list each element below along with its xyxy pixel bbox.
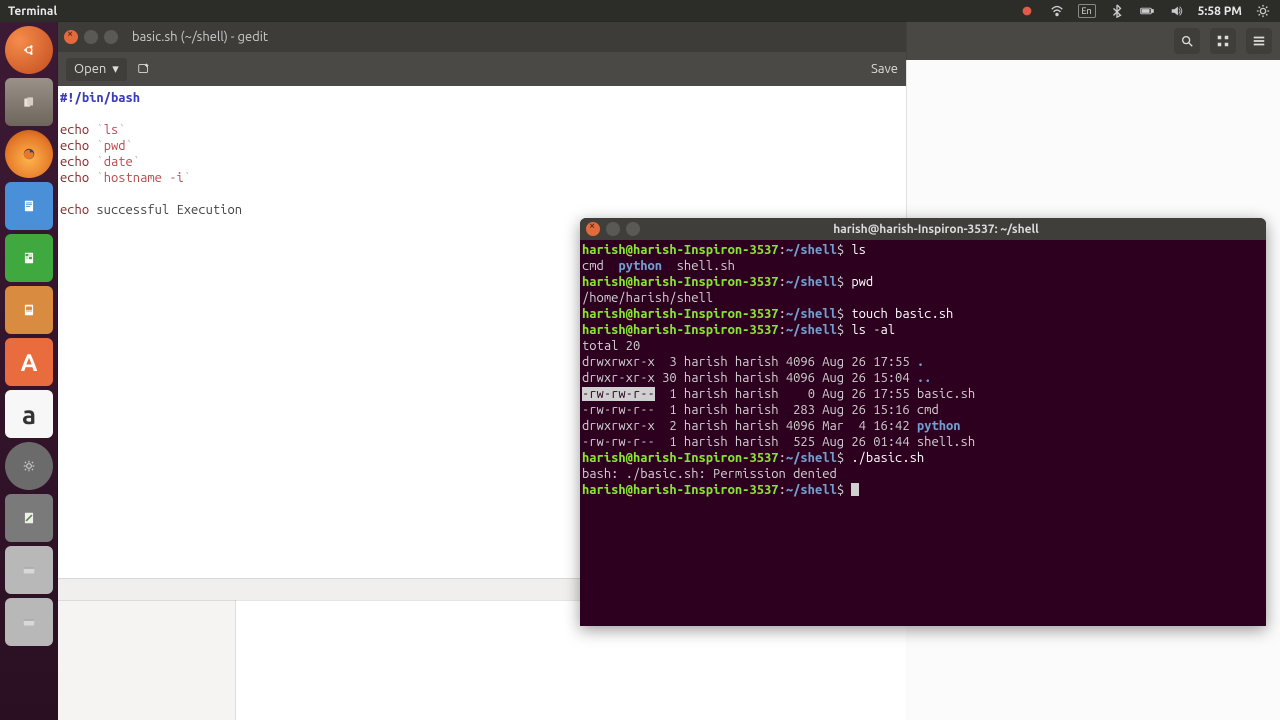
battery-icon[interactable]: [1138, 2, 1156, 20]
terminal-window: harish@harish-Inspiron-3537: ~/shell har…: [580, 218, 1266, 626]
record-icon[interactable]: [1018, 2, 1036, 20]
gear-icon[interactable]: [1254, 2, 1272, 20]
view-menu-button[interactable]: [1246, 28, 1272, 54]
terminal-window-title: harish@harish-Inspiron-3537: ~/shell: [646, 223, 1266, 236]
system-tray: En 5:58 PM: [1018, 2, 1280, 20]
new-tab-button[interactable]: [137, 61, 151, 78]
terminal-titlebar[interactable]: harish@harish-Inspiron-3537: ~/shell: [580, 218, 1266, 240]
terminal-screen[interactable]: harish@harish-Inspiron-3537:~/shell$ ls …: [580, 240, 1266, 626]
gedit-toolbar: Open ▾ Save: [58, 52, 906, 86]
active-app-title: Terminal: [0, 5, 57, 18]
view-grid-button[interactable]: [1210, 28, 1236, 54]
clock[interactable]: 5:58 PM: [1198, 5, 1242, 18]
close-icon[interactable]: [586, 222, 600, 236]
gedit-window-title: basic.sh (~/shell) - gedit: [124, 30, 268, 44]
nautilus-sidebar[interactable]: [58, 600, 236, 720]
open-button[interactable]: Open ▾: [66, 58, 127, 81]
language-indicator[interactable]: En: [1078, 4, 1096, 18]
launcher-settings[interactable]: [5, 442, 53, 490]
search-button[interactable]: [1174, 28, 1200, 54]
volume-icon[interactable]: [1168, 2, 1186, 20]
launcher-writer[interactable]: [5, 182, 53, 230]
launcher-dash[interactable]: [5, 26, 53, 74]
unity-launcher: A >_ a: [0, 22, 58, 720]
close-icon[interactable]: [64, 30, 78, 44]
gedit-titlebar[interactable]: basic.sh (~/shell) - gedit: [58, 22, 906, 52]
top-menu-bar: Terminal En 5:58 PM: [0, 0, 1280, 22]
launcher-disk-1[interactable]: [5, 546, 53, 594]
maximize-icon[interactable]: [104, 30, 118, 44]
minimize-icon[interactable]: [84, 30, 98, 44]
launcher-amazon[interactable]: a: [5, 390, 53, 438]
launcher-firefox[interactable]: [5, 130, 53, 178]
launcher-software[interactable]: A: [5, 338, 53, 386]
launcher-text-editor[interactable]: [5, 494, 53, 542]
cursor: [851, 483, 859, 496]
launcher-files[interactable]: [5, 78, 53, 126]
launcher-calc[interactable]: [5, 234, 53, 282]
minimize-icon[interactable]: [606, 222, 620, 236]
nautilus-header: [905, 22, 1280, 60]
chevron-down-icon: ▾: [112, 62, 119, 77]
wifi-icon[interactable]: [1048, 2, 1066, 20]
save-button[interactable]: Save: [871, 62, 898, 76]
launcher-disk-2[interactable]: [5, 598, 53, 646]
bluetooth-icon[interactable]: [1108, 2, 1126, 20]
launcher-impress[interactable]: [5, 286, 53, 334]
maximize-icon[interactable]: [626, 222, 640, 236]
